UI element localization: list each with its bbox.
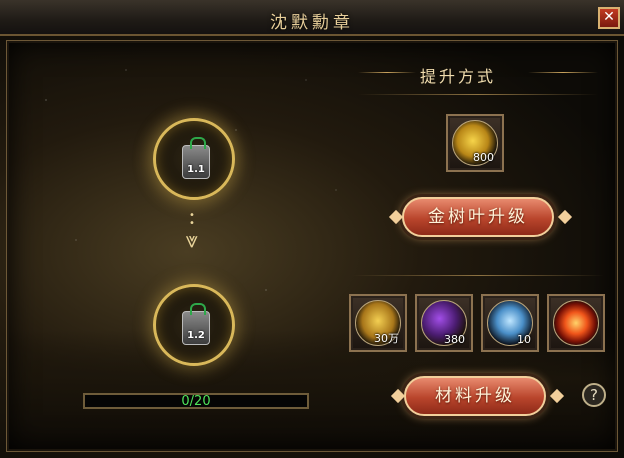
chevron-down-icon: ⩔ xyxy=(185,228,199,253)
close-icon: ✕ xyxy=(603,9,615,25)
divider xyxy=(358,94,598,95)
ribbon-icon xyxy=(190,137,206,149)
progress-bar: 0/20 xyxy=(83,393,309,409)
medal-current-slot[interactable]: 1.1 xyxy=(153,118,235,200)
title-ornament-left xyxy=(358,72,416,73)
gold-leaf-slot[interactable]: 800 xyxy=(446,114,504,172)
material-upgrade-button[interactable]: 材料升级 xyxy=(404,376,546,416)
help-icon: ? xyxy=(590,386,598,404)
material-upgrade-label: 材料升级 xyxy=(435,386,515,406)
gold-leaf-upgrade-button[interactable]: 金树叶升级 xyxy=(402,197,554,237)
medal-upgrade-window: 沈默勳章 ✕ 1.1 • • ⩔ 1.2 0/20 提升方式 800 金树叶升级 … xyxy=(0,0,624,458)
material-slot-blue-crystal[interactable]: 10 xyxy=(481,294,539,352)
medal-next-level: 1.2 xyxy=(187,330,205,341)
title-bar: 沈默勳章 ✕ xyxy=(0,0,624,36)
medal-next-slot[interactable]: 1.2 xyxy=(153,284,235,366)
medal-next-icon: 1.2 xyxy=(182,303,210,345)
close-button[interactable]: ✕ xyxy=(598,7,620,29)
material-count-blue-crystal: 10 xyxy=(517,333,531,346)
material-slot-purple-crystal[interactable]: 380 xyxy=(415,294,473,352)
section-title: 提升方式 xyxy=(420,67,497,86)
material-count-gold-ingot: 30万 xyxy=(374,332,399,345)
fire-orb-icon xyxy=(553,300,599,346)
material-slot-fire-orb[interactable] xyxy=(547,294,605,352)
window-title: 沈默勳章 xyxy=(270,13,354,33)
medal-current-icon: 1.1 xyxy=(182,137,210,179)
dots-icon: • • xyxy=(189,210,195,229)
ribbon-icon xyxy=(190,303,206,315)
progress-text: 0/20 xyxy=(181,394,211,409)
divider xyxy=(352,275,604,276)
gold-leaf-cost: 800 xyxy=(473,151,494,164)
gold-leaf-upgrade-label: 金树叶升级 xyxy=(428,207,528,227)
title-ornament-right xyxy=(528,72,598,73)
medal-current-level: 1.1 xyxy=(187,164,205,175)
help-button[interactable]: ? xyxy=(582,383,606,407)
material-count-purple-crystal: 380 xyxy=(444,333,465,346)
material-slot-gold-ingot[interactable]: 30万 xyxy=(349,294,407,352)
